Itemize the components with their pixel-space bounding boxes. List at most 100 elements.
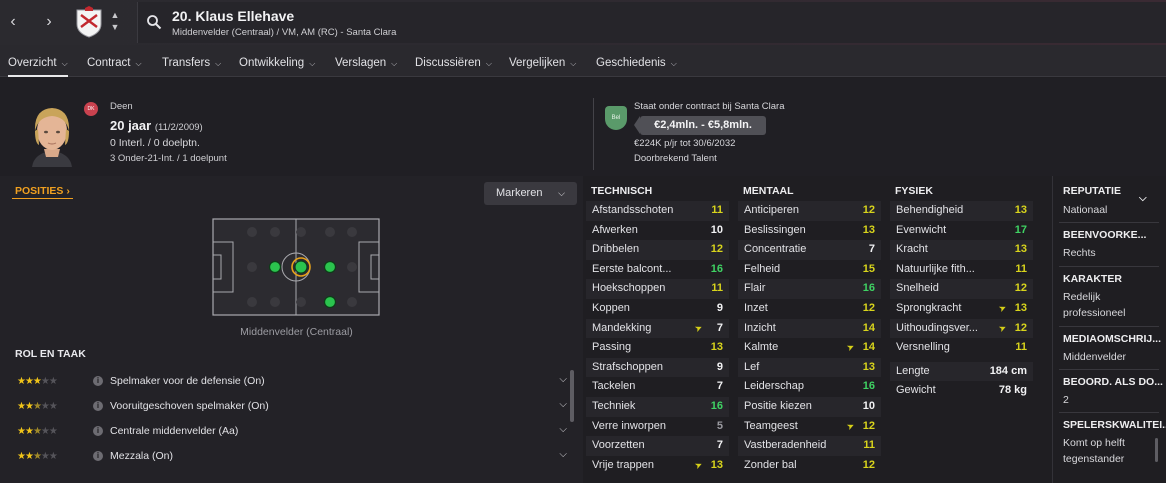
info-icon[interactable]: i: [93, 376, 103, 386]
chevron-down-icon[interactable]: ⌵: [559, 449, 567, 460]
attribute-value: 13: [862, 223, 875, 236]
chevron-down-icon[interactable]: ⌵: [559, 374, 567, 385]
info-icon[interactable]: i: [93, 401, 103, 411]
tab-ontwikkeling[interactable]: Ontwikkeling ⌵: [239, 45, 315, 77]
attribute-row: Kalmte ➤ 14: [738, 338, 881, 358]
divider: [1059, 412, 1159, 413]
player-switch-icon[interactable]: ▲ ▼: [108, 9, 122, 35]
player-avatar: [22, 101, 82, 167]
nationality-flag-icon: DK: [84, 102, 98, 116]
tab-transfers[interactable]: Transfers ⌵: [162, 45, 221, 77]
attribute-value: 13: [1014, 243, 1027, 256]
tab-label: Verslagen: [335, 57, 387, 69]
club-crest-icon[interactable]: [74, 6, 104, 38]
roles-scrollbar[interactable]: [570, 370, 574, 422]
attribute-row: Zonder bal 12: [738, 456, 881, 476]
position-pitch: [212, 218, 380, 316]
chevron-down-icon[interactable]: ⌵: [559, 399, 567, 410]
attribute-row: Voorzetten 7: [586, 436, 729, 456]
traits-scrollbar[interactable]: [1155, 438, 1158, 462]
attribute-name: Afstandsschoten: [592, 204, 674, 216]
technical-attributes: TECHNISCH Afstandsschoten 11 Afwerken 10 Dri…: [583, 176, 735, 483]
character-value: Redelijk professioneel: [1063, 291, 1126, 319]
attribute-name: Vrije trappen: [592, 458, 654, 471]
chevron-down-icon: ⌵: [61, 59, 68, 68]
attribute-name: Versnelling: [896, 341, 950, 354]
media-header: MEDIAOMSCHRIJ...: [1063, 333, 1162, 345]
attribute-value: 12: [710, 243, 723, 256]
tab-geschiedenis[interactable]: Geschiedenis ⌵: [596, 45, 677, 77]
tab-discussieren[interactable]: Discussiëren ⌵: [415, 45, 492, 77]
tab-vergelijken[interactable]: Vergelijken ⌵: [509, 45, 576, 77]
role-name: Centrale middenvelder (Aa): [110, 425, 239, 437]
role-row[interactable]: ★★★★★ i Mezzala (On) ⌵: [17, 447, 567, 471]
tab-overzicht[interactable]: Overzicht ⌵: [8, 45, 68, 77]
media-value: Middenvelder: [1063, 351, 1127, 363]
chevron-down-icon: ⌵: [215, 59, 222, 68]
chevron-down-icon[interactable]: ⌵: [559, 424, 567, 435]
forward-arrow-icon[interactable]: ›: [39, 11, 59, 33]
attribute-name: Sprongkracht: [896, 302, 962, 314]
tab-label: Contract: [87, 57, 131, 69]
positions-link[interactable]: POSITIES ›: [12, 185, 73, 199]
attribute-name: Lengte: [896, 364, 930, 377]
divider: [1059, 266, 1159, 267]
attribute-value: 12: [862, 419, 875, 432]
chevron-down-icon: ⌵: [670, 59, 677, 68]
info-icon[interactable]: i: [93, 451, 103, 461]
attribute-value: 5: [716, 419, 723, 432]
position-dot-mc: [294, 260, 308, 274]
attribute-name: Positie kiezen: [744, 400, 812, 412]
attribute-row: Strafschoppen 9: [586, 357, 729, 378]
attribute-value: 7: [716, 321, 723, 334]
player-subtitle: Middenvelder (Centraal) / VM, AM (RC) - …: [172, 27, 397, 38]
attribute-value: 7: [716, 380, 723, 393]
attribute-value: 12: [862, 204, 875, 216]
attribute-value: 15: [862, 262, 875, 275]
attribute-value: 11: [711, 204, 723, 216]
attribute-value: 12: [862, 302, 875, 314]
divider: [593, 98, 594, 170]
tab-contract[interactable]: Contract ⌵: [87, 45, 142, 77]
tab-label: Overzicht: [8, 57, 57, 69]
chevron-down-icon: ⌵: [309, 59, 316, 68]
tab-label: Vergelijken: [509, 57, 566, 69]
attribute-value: 16: [710, 262, 723, 275]
info-column: REPUTATIE ⌵ Nationaal BEENVOORKE... Rech…: [1052, 176, 1166, 483]
attribute-value: 16: [862, 282, 875, 295]
nationality: Deen: [110, 101, 133, 112]
tab-verslagen[interactable]: Verslagen ⌵: [335, 45, 397, 77]
player-title: 20. Klaus Ellehave: [172, 8, 295, 24]
attribute-value: 78 kg: [998, 384, 1027, 397]
markeren-label: Markeren: [496, 187, 543, 199]
role-row[interactable]: ★★★★★ i Centrale middenvelder (Aa) ⌵: [17, 422, 567, 446]
attribute-row: Teamgeest ➤ 12: [738, 417, 881, 437]
role-name: Mezzala (On): [110, 450, 174, 462]
profile-band: DK Deen 20 jaar (11/2/2009) 0 Interl. / …: [0, 78, 1166, 176]
info-icon[interactable]: i: [93, 426, 103, 436]
attribute-name: Teamgeest: [744, 419, 798, 432]
attribute-name: Tackelen: [592, 380, 636, 393]
attribute-name: Leiderschap: [744, 380, 804, 393]
role-stars: ★★★★★: [17, 451, 58, 462]
tab-label: Discussiëren: [415, 57, 481, 69]
attribute-row: Vrije trappen ➤ 13: [586, 456, 729, 476]
trend-arrow-icon: ➤: [997, 321, 1009, 334]
attribute-name: Evenwicht: [896, 223, 947, 236]
wage-text: €224K p/jr tot 30/6/2032: [634, 138, 736, 149]
attribute-row: Koppen 9: [586, 299, 729, 319]
transfer-value-badge[interactable]: €2,4mln. - €5,8mln.: [634, 116, 766, 135]
attribute-value: 12: [1014, 321, 1027, 334]
divider: [1059, 326, 1159, 327]
attribute-name: Snelheid: [896, 282, 939, 295]
role-row[interactable]: ★★★★★ i Spelmaker voor de defensie (On) …: [17, 372, 567, 396]
search-icon[interactable]: [146, 14, 162, 30]
markeren-dropdown[interactable]: Markeren ⌵: [484, 182, 577, 205]
back-arrow-icon[interactable]: ‹: [3, 11, 23, 33]
attribute-name: Mandekking: [592, 321, 652, 334]
attribute-name: Hoekschoppen: [592, 282, 666, 295]
attribute-row: Dribbelen 12: [586, 240, 729, 260]
role-name: Vooruitgeschoven spelmaker (On): [110, 400, 269, 412]
attribute-row: Natuurlijke fith... 11: [890, 260, 1033, 280]
role-row[interactable]: ★★★★★ i Vooruitgeschoven spelmaker (On) …: [17, 397, 567, 421]
